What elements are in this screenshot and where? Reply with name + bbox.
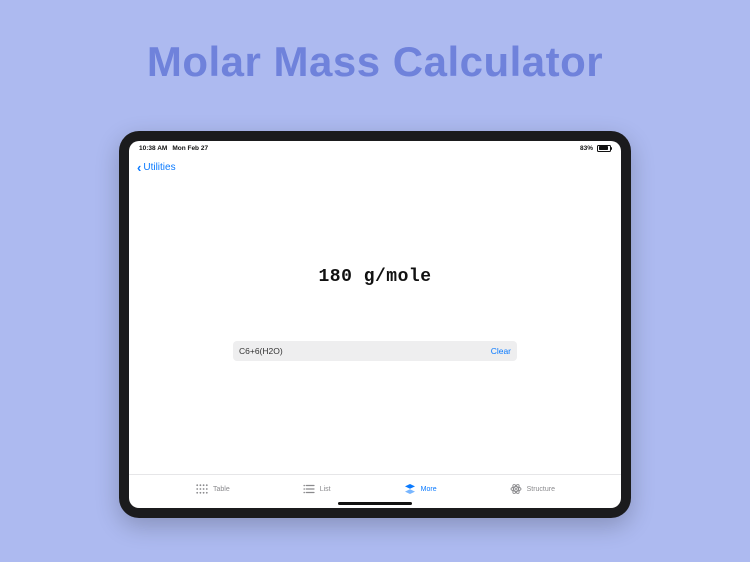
tab-label: More bbox=[421, 486, 437, 493]
status-date: Mon Feb 27 bbox=[172, 145, 208, 152]
tab-structure[interactable]: Structure bbox=[509, 483, 555, 495]
tab-more[interactable]: More bbox=[403, 483, 437, 495]
status-right: 83% bbox=[580, 145, 611, 152]
formula-input[interactable] bbox=[239, 346, 485, 356]
tab-label: List bbox=[320, 486, 331, 493]
tab-table[interactable]: Table bbox=[195, 483, 230, 495]
status-left: 10:38 AM Mon Feb 27 bbox=[139, 145, 208, 152]
content-area: 180 g/mole Clear bbox=[129, 179, 621, 474]
screen: 10:38 AM Mon Feb 27 83% ‹ Utilities 180 … bbox=[129, 141, 621, 508]
battery-icon bbox=[597, 145, 611, 152]
molar-mass-result: 180 g/mole bbox=[129, 267, 621, 287]
clear-button[interactable]: Clear bbox=[485, 346, 511, 356]
status-bar: 10:38 AM Mon Feb 27 83% bbox=[129, 141, 621, 155]
battery-percent: 83% bbox=[580, 145, 593, 152]
device-frame: 10:38 AM Mon Feb 27 83% ‹ Utilities 180 … bbox=[119, 131, 631, 518]
back-button[interactable]: ‹ Utilities bbox=[137, 161, 176, 174]
back-label: Utilities bbox=[143, 162, 175, 173]
status-time: 10:38 AM bbox=[139, 145, 167, 152]
chevron-left-icon: ‹ bbox=[137, 161, 141, 174]
formula-input-row: Clear bbox=[233, 341, 517, 361]
page-title: Molar Mass Calculator bbox=[0, 0, 750, 86]
home-indicator[interactable] bbox=[338, 502, 412, 505]
tab-label: Table bbox=[213, 486, 230, 493]
list-icon bbox=[302, 483, 316, 495]
atom-icon bbox=[509, 483, 523, 495]
grid-icon bbox=[195, 483, 209, 495]
nav-bar: ‹ Utilities bbox=[129, 155, 621, 179]
layers-icon bbox=[403, 483, 417, 495]
tab-label: Structure bbox=[527, 486, 555, 493]
tab-list[interactable]: List bbox=[302, 483, 331, 495]
